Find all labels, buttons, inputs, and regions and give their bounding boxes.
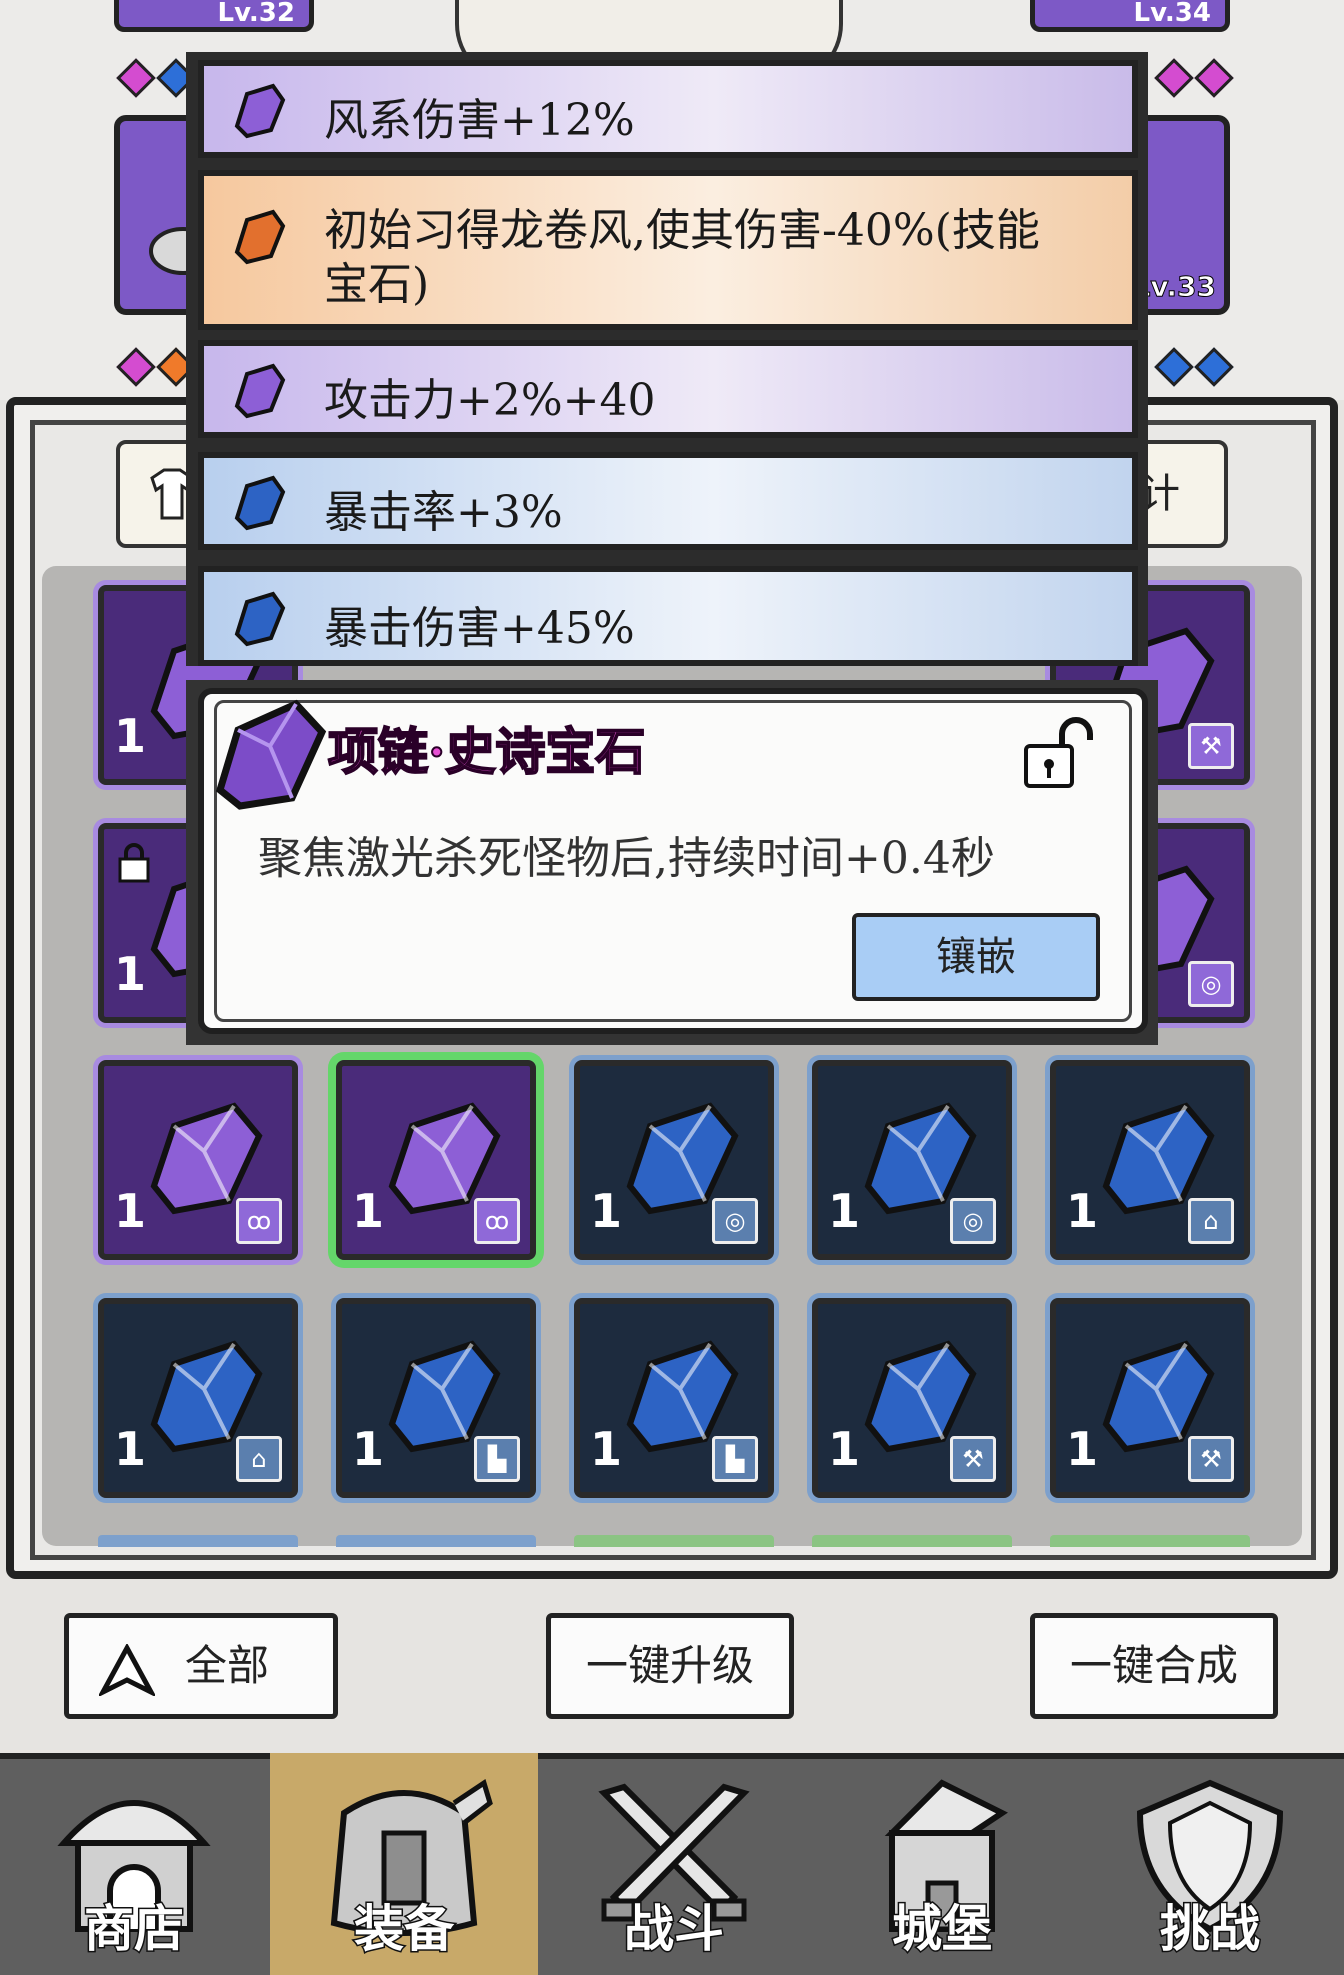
left-level-badge: Lv.32 xyxy=(114,0,314,32)
armor-slot-icon: ⌂ xyxy=(236,1436,282,1482)
nav-challenge[interactable]: 挑战 xyxy=(1076,1753,1344,1975)
ring-slot-icon: ◎ xyxy=(950,1198,996,1244)
right-level-badge: Lv.34 xyxy=(1030,0,1230,32)
necklace-slot-icon: ꝏ xyxy=(236,1198,282,1244)
gem-count: 1 xyxy=(114,1184,147,1238)
gem-count: 1 xyxy=(828,1422,861,1476)
gem-count: 1 xyxy=(590,1184,623,1238)
embed-button[interactable]: 镶嵌 xyxy=(852,913,1100,1001)
gem-count: 1 xyxy=(1066,1422,1099,1476)
gem-count: 1 xyxy=(1066,1184,1099,1238)
weapon-slot-icon: ⚒ xyxy=(950,1436,996,1482)
gem-cell-partial xyxy=(1050,1535,1250,1547)
gem-count: 1 xyxy=(590,1422,623,1476)
gem-cell[interactable]: 1 ▙ xyxy=(336,1298,536,1498)
gem-cell[interactable]: 1 ▙ xyxy=(574,1298,774,1498)
boots-slot-icon: ▙ xyxy=(712,1436,758,1482)
gem-count: 1 xyxy=(828,1184,861,1238)
gem-stat-row: 攻击力+2%+40 xyxy=(198,340,1138,438)
gem-stat-row: 初始习得龙卷风,使其伤害-40%(技能 宝石) xyxy=(198,170,1138,330)
gem-cell[interactable]: 1 ⌂ xyxy=(98,1298,298,1498)
nav-shop-label: 商店 xyxy=(83,1899,186,1960)
armor-slot-icon: ⌂ xyxy=(1188,1198,1234,1244)
gem-count: 1 xyxy=(114,1422,147,1476)
nav-equipment[interactable]: 装备 xyxy=(270,1753,538,1975)
gem-count: 1 xyxy=(352,1422,385,1476)
popup-title: 项链·史诗宝石 xyxy=(327,721,646,782)
purple-gem-icon xyxy=(234,363,286,419)
gem-cell-partial xyxy=(812,1535,1012,1547)
nav-battle[interactable]: 战斗 xyxy=(540,1753,808,1975)
boots-slot-icon: ▙ xyxy=(474,1436,520,1482)
gem-cell[interactable]: 1 ⚒ xyxy=(1050,1298,1250,1498)
weapon-slot-icon: ⚒ xyxy=(1188,723,1234,769)
gem-cell-partial xyxy=(336,1535,536,1547)
nav-shop[interactable]: 商店 xyxy=(0,1753,268,1975)
necklace-slot-icon: ꝏ xyxy=(474,1198,520,1244)
gem-cell[interactable]: 1 ⚒ xyxy=(812,1298,1012,1498)
merge-all-button[interactable]: 一键合成 xyxy=(1030,1613,1278,1719)
orange-gem-icon xyxy=(234,209,286,265)
filter-all-button[interactable]: 全部 xyxy=(64,1613,338,1719)
triangle-filter-icon xyxy=(99,1644,155,1696)
nav-equipment-label: 装备 xyxy=(353,1899,456,1960)
ring-slot-icon: ◎ xyxy=(1188,961,1234,1007)
upgrade-all-button[interactable]: 一键升级 xyxy=(546,1613,794,1719)
blue-gem-icon xyxy=(234,475,286,531)
epic-gem-icon xyxy=(215,699,327,810)
gem-cell-partial xyxy=(98,1535,298,1547)
gem-cell[interactable]: 1ꝏ xyxy=(336,1060,536,1260)
unlock-icon[interactable] xyxy=(1020,712,1110,792)
gem-cell[interactable]: 1ꝏ xyxy=(98,1060,298,1260)
ring-slot-icon: ◎ xyxy=(712,1198,758,1244)
nav-challenge-label: 挑战 xyxy=(1159,1899,1262,1960)
weapon-slot-icon: ⚒ xyxy=(1188,1436,1234,1482)
filter-all-label: 全部 xyxy=(185,1641,270,1690)
gem-cell[interactable]: 1 ⌂ xyxy=(1050,1060,1250,1260)
popup-description: 聚焦激光杀死怪物后,持续时间+0.4秒 xyxy=(258,833,995,884)
gem-count: 1 xyxy=(352,1184,385,1238)
gem-count: 1 xyxy=(114,947,147,1001)
gem-cell[interactable]: 1 ◎ xyxy=(574,1060,774,1260)
purple-gem-icon xyxy=(234,83,286,139)
gem-stat-row: 暴击率+3% xyxy=(198,452,1138,550)
blue-gem-icon xyxy=(234,591,286,647)
gem-count: 1 xyxy=(114,709,147,763)
gem-cell[interactable]: 1 ◎ xyxy=(812,1060,1012,1260)
nav-castle-label: 城堡 xyxy=(891,1899,994,1960)
gem-cell-partial xyxy=(574,1535,774,1547)
gem-stat-row: 暴击伤害+45% xyxy=(198,566,1138,666)
nav-castle[interactable]: 城堡 xyxy=(808,1753,1076,1975)
gem-stat-row: 风系伤害+12% xyxy=(198,60,1138,158)
nav-battle-label: 战斗 xyxy=(623,1899,726,1960)
